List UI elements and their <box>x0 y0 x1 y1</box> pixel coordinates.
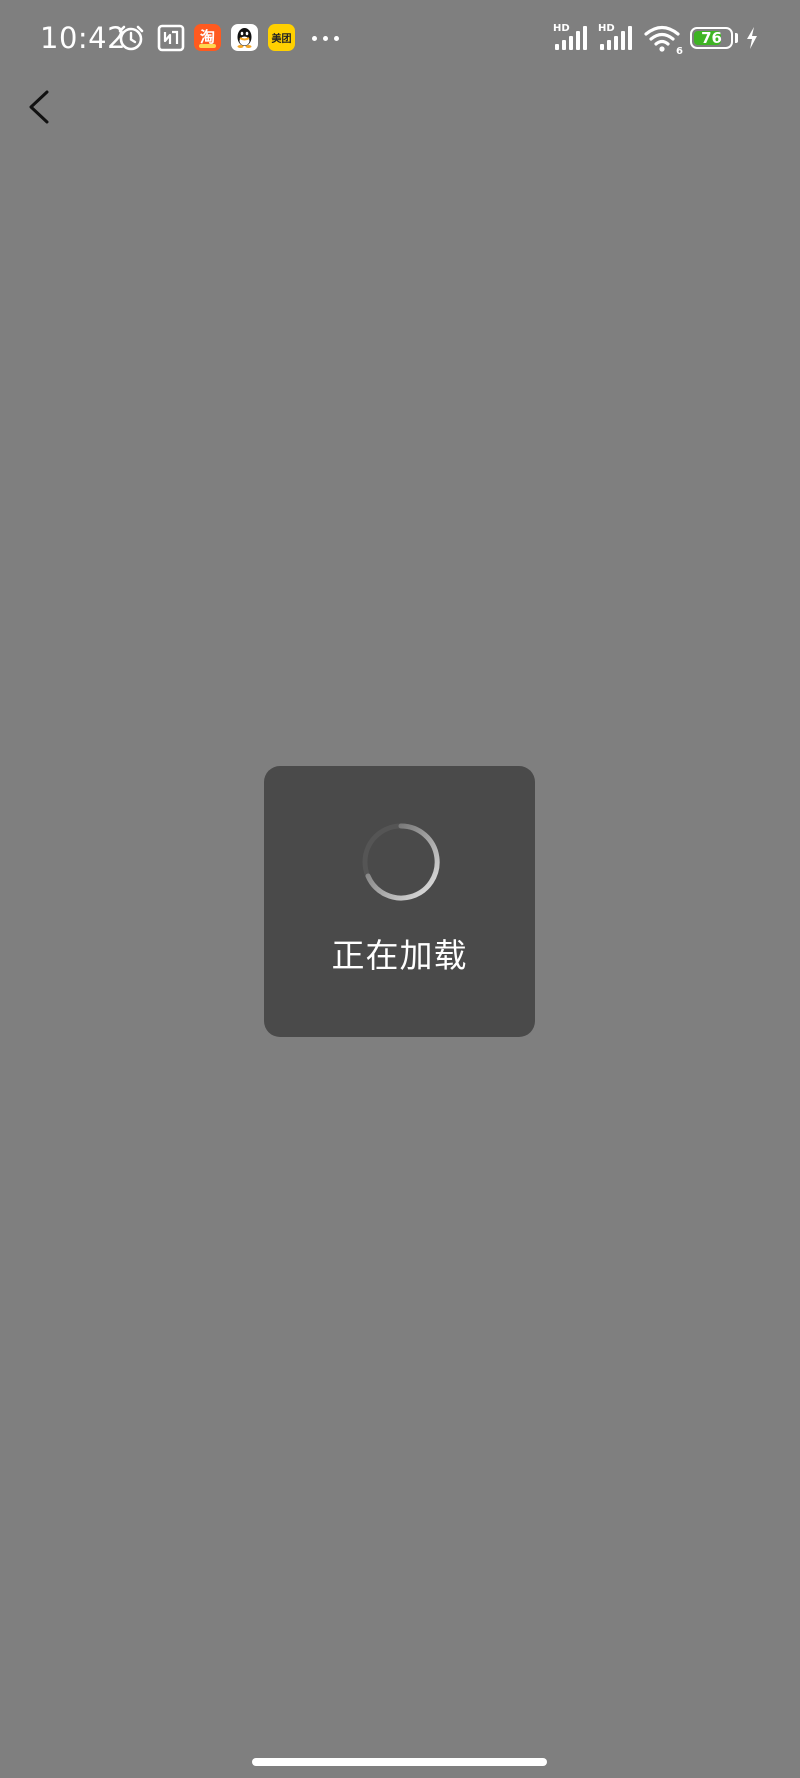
alarm-clock-icon <box>118 25 144 51</box>
battery-indicator: 76 <box>690 27 733 49</box>
nfc-icon <box>157 24 185 52</box>
svg-text:HD: HD <box>553 23 570 34</box>
status-time: 10:42 <box>40 21 127 55</box>
taobao-app-icon: 淘 <box>194 24 221 51</box>
status-bar: 10:42 淘 美团 HD HD 6 76 <box>0 0 800 78</box>
meituan-app-icon: 美团 <box>268 24 295 51</box>
loading-text: 正在加载 <box>331 936 468 975</box>
cellular-signal-2-icon: HD <box>598 23 632 50</box>
more-notifications-icon <box>312 36 342 42</box>
svg-text:HD: HD <box>598 23 615 34</box>
battery-level: 76 <box>701 29 722 47</box>
back-button[interactable] <box>18 82 62 132</box>
home-indicator[interactable] <box>252 1758 547 1766</box>
qq-app-icon <box>231 24 258 51</box>
wifi-icon: 6 <box>644 25 683 55</box>
svg-text:6: 6 <box>676 46 683 55</box>
svg-text:淘: 淘 <box>199 28 215 46</box>
svg-text:美团: 美团 <box>272 32 292 45</box>
loading-dialog: 正在加载 <box>264 766 535 1037</box>
loading-spinner-icon <box>362 823 440 901</box>
back-arrow-icon <box>29 90 49 124</box>
battery-tip <box>735 33 738 43</box>
charging-bolt-icon <box>747 27 757 49</box>
cellular-signal-1-icon: HD <box>553 23 587 50</box>
